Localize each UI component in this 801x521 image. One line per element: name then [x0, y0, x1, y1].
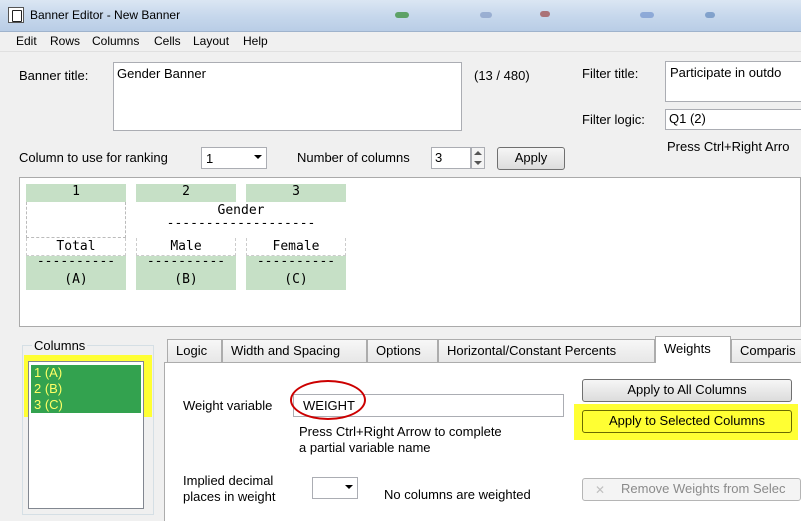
preview-col-label: Female	[246, 238, 346, 256]
app-icon	[8, 7, 24, 23]
menu-layout[interactable]: Layout	[193, 34, 229, 48]
preview-col-letter: (B)	[136, 270, 236, 290]
column-item[interactable]: 1 (A)	[31, 365, 141, 381]
preview-empty-header	[26, 202, 126, 238]
spin-up-icon[interactable]	[474, 151, 482, 155]
preview-col-dash: ----------	[136, 256, 236, 270]
weight-variable-label-text: Weight variable	[183, 398, 273, 413]
apply-all-columns-button[interactable]: Apply to All Columns	[582, 379, 792, 402]
title-bar[interactable]: Banner Editor - New Banner	[0, 0, 801, 32]
background-decoration	[395, 12, 409, 18]
column-item[interactable]: 3 (C)	[31, 397, 141, 413]
background-decoration	[705, 12, 715, 18]
tab-weights[interactable]: Weights	[655, 336, 731, 363]
menu-help[interactable]: Help	[243, 34, 268, 48]
numcols-spinner[interactable]	[471, 147, 485, 169]
weight-hint-line2: a partial variable name	[299, 440, 431, 455]
remove-weights-button[interactable]: ✕ Remove Weights from Selec	[582, 478, 801, 501]
menu-cells[interactable]: Cells	[154, 34, 181, 48]
filter-title-label: Filter title:	[582, 66, 639, 81]
weight-hint-line1: Press Ctrl+Right Arrow to complete	[299, 424, 502, 439]
filter-logic-input[interactable]: Q1 (2)	[665, 109, 801, 130]
menu-rows[interactable]: Rows	[50, 34, 80, 48]
apply-selected-columns-button[interactable]: Apply to Selected Columns	[582, 410, 792, 433]
implied-decimal-select[interactable]	[312, 477, 358, 499]
chevron-down-icon	[345, 485, 353, 489]
preview-col-number: 1	[26, 184, 126, 202]
preview-col-dash: ----------	[246, 256, 346, 270]
background-decoration	[480, 12, 492, 18]
menu-columns[interactable]: Columns	[92, 34, 139, 48]
spin-down-icon[interactable]	[474, 161, 482, 165]
implied-decimal-label-1: Implied decimal	[183, 473, 274, 488]
banner-title-input[interactable]: Gender Banner	[113, 62, 462, 131]
banner-preview: 1 2 3 Gender ------------------- Total M…	[19, 177, 801, 327]
tab-horizontal-percents[interactable]: Horizontal/Constant Percents	[438, 339, 655, 362]
banner-title-label: Banner title:	[19, 68, 89, 83]
char-count: (13 / 480)	[474, 68, 530, 83]
background-decoration	[640, 12, 654, 18]
ranking-select-value: 1	[206, 151, 214, 166]
preview-col-label: Total	[26, 238, 126, 256]
remove-weights-label: Remove Weights from Selec	[621, 481, 786, 496]
menu-edit[interactable]: Edit	[16, 34, 37, 48]
preview-col-letter: (C)	[246, 270, 346, 290]
background-decoration	[540, 11, 550, 17]
preview-col-letter: (A)	[26, 270, 126, 290]
chevron-down-icon	[254, 155, 262, 159]
preview-col-number: 2	[136, 184, 236, 202]
numcols-label: Number of columns	[297, 150, 410, 165]
implied-decimal-label-2: places in weight	[183, 489, 276, 504]
apply-button[interactable]: Apply	[497, 147, 565, 170]
ranking-select[interactable]: 1	[201, 147, 267, 169]
tab-options[interactable]: Options	[367, 339, 438, 362]
numcols-input[interactable]: 3	[431, 147, 471, 169]
weights-status: No columns are weighted	[384, 487, 531, 502]
filter-title-input[interactable]: Participate in outdo	[665, 61, 801, 102]
preview-col-number: 3	[246, 184, 346, 202]
tab-comparisons[interactable]: Comparis	[731, 339, 801, 362]
tab-width-spacing[interactable]: Width and Spacing	[222, 339, 367, 362]
filter-logic-label: Filter logic:	[582, 112, 645, 127]
ranking-label: Column to use for ranking	[19, 150, 168, 165]
menu-bar: Edit Rows Columns Cells Layout Help	[0, 32, 801, 52]
preview-col-label: Male	[136, 238, 236, 256]
circle-annotation	[290, 380, 366, 420]
tab-logic[interactable]: Logic	[167, 339, 222, 362]
weight-variable-label: Weight variable	[183, 398, 272, 413]
column-item[interactable]: 2 (B)	[31, 381, 141, 397]
preview-col-dash: ----------	[26, 256, 126, 270]
window-title: Banner Editor - New Banner	[30, 8, 181, 22]
filter-hint: Press Ctrl+Right Arro	[667, 139, 790, 154]
remove-icon: ✕	[595, 483, 606, 497]
preview-group-dash: -------------------	[166, 218, 316, 231]
columns-list[interactable]: 1 (A) 2 (B) 3 (C)	[28, 361, 144, 509]
columns-label: Columns	[32, 338, 88, 353]
